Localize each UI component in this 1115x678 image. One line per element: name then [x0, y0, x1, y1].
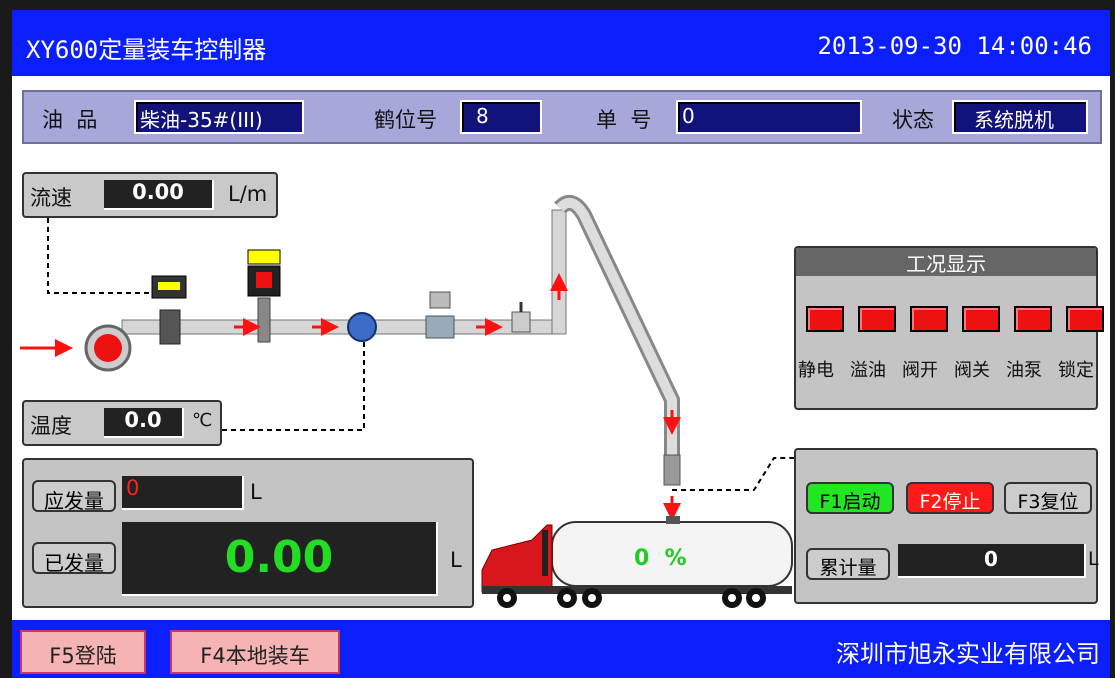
status-item-label: 阀关 — [954, 360, 990, 381]
status-panel-title: 工况显示 — [796, 248, 1096, 276]
status-item-label: 溢油 — [850, 360, 886, 381]
flowmeter-icon — [159, 309, 181, 345]
status-item-label: 静电 — [798, 360, 834, 381]
status-panel: 工况显示 静电 溢油 阀开 阀关 油泵 锁定 — [794, 246, 1104, 410]
temp-leader-line — [222, 340, 365, 431]
flow-leader-line — [47, 218, 162, 294]
static-led — [806, 306, 844, 332]
total-volume-button[interactable]: 累计量 — [806, 548, 890, 580]
company-name: 深圳市旭永实业有限公司 — [836, 640, 1100, 668]
local-loading-button[interactable]: F4本地装车 — [170, 630, 340, 674]
total-volume-unit: L — [1088, 548, 1099, 570]
oil-pump-led — [1014, 306, 1052, 332]
status-item-label: 锁定 — [1058, 360, 1094, 381]
valve-open-led — [910, 306, 948, 332]
total-volume-value: 0 — [898, 544, 1086, 578]
riser-pipe — [551, 209, 567, 335]
status-item-label: 阀开 — [902, 360, 938, 381]
start-button[interactable]: F1启动 — [806, 482, 894, 514]
flow-label: 流速 — [30, 186, 72, 210]
hmi-screen: XY600定量装车控制器 2013-09-30 14:00:46 油 品 柴油-… — [12, 10, 1110, 678]
tank-percent: 0 % — [634, 546, 687, 571]
overflow-led — [858, 306, 896, 332]
volume-panel: 应发量 0 L 已发量 0.00 L — [22, 458, 474, 608]
loaded-volume-unit: L — [450, 548, 462, 572]
temperature-panel: 温度 0.0 ℃ — [22, 400, 222, 446]
temp-sensor-icon — [347, 312, 377, 342]
lock-led — [1066, 306, 1104, 332]
truck-cab — [481, 524, 553, 593]
loaded-volume-button[interactable]: 已发量 — [32, 542, 116, 575]
pump-indicator — [94, 334, 122, 362]
meter-icon — [425, 315, 455, 339]
loaded-volume-value: 0.00 — [122, 522, 438, 596]
flow-rate-panel: 流速 0.00 L/m — [22, 172, 278, 218]
planned-volume-unit: L — [250, 480, 262, 504]
loading-arm — [554, 194, 680, 455]
login-button[interactable]: F5登陆 — [20, 630, 146, 674]
temp-unit: ℃ — [192, 410, 213, 431]
hand-valve-icon — [511, 311, 531, 333]
stop-button[interactable]: F2停止 — [906, 482, 994, 514]
valve-actuator-top — [247, 249, 281, 265]
planned-volume-value[interactable]: 0 — [122, 476, 244, 510]
valve-close-led — [962, 306, 1000, 332]
reset-button[interactable]: F3复位 — [1004, 482, 1092, 514]
flow-value: 0.00 — [104, 180, 214, 210]
arm-nozzle — [663, 454, 681, 486]
status-item-label: 油泵 — [1006, 360, 1042, 381]
meter-head — [429, 291, 451, 309]
main-pipe — [121, 319, 563, 335]
controls-panel: F1启动 F2停止 F3复位 累计量 0 L — [794, 448, 1099, 604]
flow-unit: L/m — [228, 182, 268, 206]
planned-volume-button[interactable]: 应发量 — [32, 480, 116, 513]
temp-label: 温度 — [30, 414, 72, 438]
temp-value: 0.0 — [104, 408, 184, 438]
bottom-bar: F5登陆 F4本地装车 深圳市旭永实业有限公司 — [12, 620, 1110, 678]
controls-leader-line — [672, 457, 794, 491]
